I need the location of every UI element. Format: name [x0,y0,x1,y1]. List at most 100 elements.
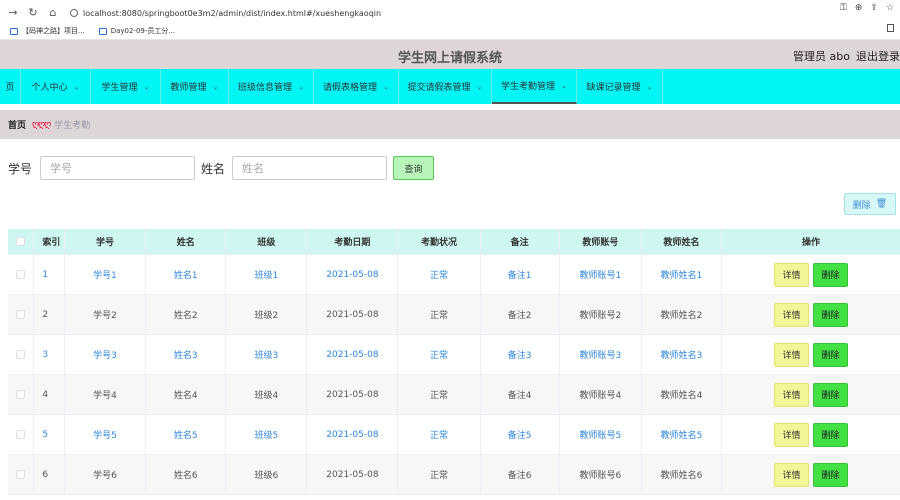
cell-date[interactable]: 2021-05-08 [307,335,399,374]
search-form: 学号 学号 姓名 姓名 查询 [8,156,435,180]
row-delete-button[interactable]: 删除 [813,462,849,487]
menu-item-absence[interactable]: 缺课记录管理 ⌄ [577,69,663,104]
breadcrumb-current: 学生考勤 [54,121,91,131]
cell-remark[interactable]: 备注1 [481,255,560,294]
key-icon[interactable]: ⚿ [840,3,847,13]
back-icon[interactable]: → [6,6,20,20]
home-icon[interactable]: ⌂ [46,6,60,20]
batch-delete-label: 删除 [852,200,871,211]
header-name: 姓名 [146,229,227,254]
share-icon[interactable]: ⇪ [870,3,878,13]
select-all-checkbox[interactable] [16,237,26,246]
row-checkbox[interactable] [16,470,26,479]
star-icon[interactable]: ☆ [886,3,894,13]
bookmark-item[interactable]: 【码神之路】项目... [10,26,85,36]
menu-item-classes[interactable]: 班级信息管理 ⌄ [229,69,314,104]
cell-name[interactable]: 姓名3 [146,335,227,374]
detail-button[interactable]: 详情 [774,302,810,327]
table-row[interactable]: 1 学号1 姓名1 班级1 2021-05-08 正常 备注1 教师账号1 教师姓名1 详情 删除 [8,255,900,295]
cell-date[interactable]: 2021-05-08 [307,415,399,454]
detail-button[interactable]: 详情 [774,342,810,367]
table-row[interactable]: 6 学号6 姓名6 班级6 2021-05-08 正常 备注6 教师账号6 教师姓名6 详情 删除 [8,455,900,495]
menu-item-submit-leave[interactable]: 提交请假表管理 ⌄ [399,69,492,104]
menu-item-label: 请假表格管理 [323,83,378,93]
row-checkbox[interactable] [16,350,26,359]
cell-name: 姓名4 [146,375,227,414]
table-row[interactable]: 4 学号4 姓名4 班级4 2021-05-08 正常 备注4 教师账号4 教师姓名4 详情 删除 [8,375,900,415]
reload-icon[interactable]: ↻ [26,6,40,20]
address-bar[interactable]: localhost:8080/springboot0e3m2/admin/dis… [70,9,381,18]
zoom-icon[interactable]: ⊕ [855,3,863,13]
cell-teacher-name[interactable]: 教师姓名1 [642,255,723,294]
student-id-input[interactable]: 学号 [40,156,196,180]
cell-index[interactable]: 5 [34,415,65,454]
cell-teacher-account[interactable]: 教师账号3 [560,335,642,374]
cell-teacher-account[interactable]: 教师账号1 [560,255,642,294]
cell-status[interactable]: 正常 [398,335,481,374]
row-checkbox[interactable] [16,310,26,319]
row-checkbox[interactable] [16,390,26,399]
cell-remark[interactable]: 备注3 [481,335,560,374]
table-row[interactable]: 3 学号3 姓名3 班级3 2021-05-08 正常 备注3 教师账号3 教师姓名3 详情 删除 [8,335,900,375]
cell-teacher-account: 教师账号2 [560,295,642,334]
bookmark-icon [98,27,107,35]
table-row[interactable]: 2 学号2 姓名2 班级2 2021-05-08 正常 备注2 教师账号2 教师姓名2 详情 删除 [8,295,900,335]
detail-button[interactable]: 详情 [774,262,810,287]
menu-item-leave-forms[interactable]: 请假表格管理 ⌄ [314,69,399,104]
cell-remark[interactable]: 备注5 [481,415,560,454]
cell-class[interactable]: 班级5 [226,415,308,454]
cell-student-id[interactable]: 学号3 [65,335,147,374]
batch-delete-button[interactable]: 删除 🗑 [844,193,896,215]
chevron-down-icon: ⌄ [383,82,389,91]
cell-index: 4 [34,375,65,414]
logout-link[interactable]: 退出登录 [856,48,900,64]
menu-item-label: 学生考勤管理 [501,82,556,92]
cell-name: 姓名2 [146,295,227,334]
cell-teacher-name[interactable]: 教师姓名3 [642,335,723,374]
bookmark-item[interactable]: Day02-09-员工分... [98,26,175,36]
search-button[interactable]: 查询 [393,156,435,180]
row-delete-button[interactable]: 删除 [813,302,849,327]
row-delete-button[interactable]: 删除 [813,382,849,407]
cell-teacher-account[interactable]: 教师账号5 [560,415,642,454]
cell-student-id[interactable]: 学号1 [65,255,147,294]
cell-date[interactable]: 2021-05-08 [307,255,399,294]
cell-status[interactable]: 正常 [398,415,481,454]
detail-button[interactable]: 详情 [774,382,810,407]
breadcrumb-separator: ღღღ [32,119,51,130]
row-checkbox[interactable] [16,270,26,279]
menu-item-students[interactable]: 学生管理 ⌄ [91,69,161,104]
app-header: 学生网上请假系统 管理员 abo 退出登录 [0,40,900,69]
menu-item-attendance[interactable]: 学生考勤管理 ⌄ [492,69,577,104]
menu-item-home[interactable]: 页 [0,69,21,104]
chevron-down-icon: ⌄ [561,81,567,90]
cell-student-id[interactable]: 学号5 [65,415,147,454]
row-delete-button[interactable]: 删除 [813,422,849,447]
table-body: 1 学号1 姓名1 班级1 2021-05-08 正常 备注1 教师账号1 教师姓名1 详情 删除 2… [8,255,900,495]
cell-teacher-name[interactable]: 教师姓名5 [642,415,723,454]
name-input[interactable]: 姓名 [232,156,388,180]
cell-name[interactable]: 姓名5 [146,415,227,454]
detail-button[interactable]: 详情 [774,462,810,487]
cell-actions: 详情 删除 [722,415,900,454]
header-index: 索引 [34,229,65,254]
detail-button[interactable]: 详情 [774,422,810,447]
menu-item-teachers[interactable]: 教师管理 ⌄ [161,69,229,104]
menu-item-personal[interactable]: 个人中心 ⌄ [21,69,91,104]
info-icon[interactable] [70,9,78,17]
cell-class[interactable]: 班级3 [226,335,308,374]
row-delete-button[interactable]: 删除 [813,262,849,287]
cell-index[interactable]: 1 [34,255,65,294]
cell-status[interactable]: 正常 [398,255,481,294]
bookmark-folder-icon[interactable] [887,24,894,32]
menu-item-label: 提交请假表管理 [407,83,471,93]
cell-name[interactable]: 姓名1 [146,255,227,294]
row-checkbox[interactable] [16,430,26,439]
breadcrumb-home[interactable]: 首页 [8,118,26,131]
cell-teacher-account: 教师账号6 [560,455,642,494]
cell-index[interactable]: 3 [34,335,65,374]
table-row[interactable]: 5 学号5 姓名5 班级5 2021-05-08 正常 备注5 教师账号5 教师姓名5 详情 删除 [8,415,900,455]
cell-class[interactable]: 班级1 [226,255,308,294]
app-title: 学生网上请假系统 [397,51,502,66]
row-delete-button[interactable]: 删除 [813,342,849,367]
